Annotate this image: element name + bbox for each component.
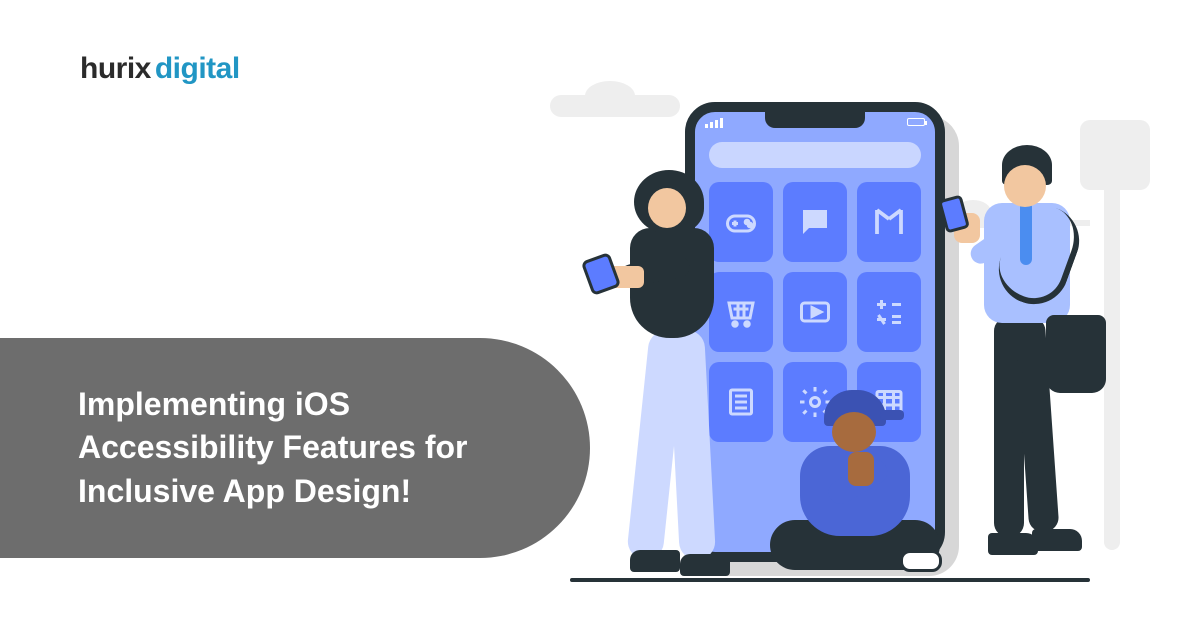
brand-logo: hurixdigital	[80, 52, 240, 86]
person-sitting	[760, 390, 950, 590]
music-icon	[857, 182, 921, 262]
signal-icon	[705, 118, 723, 128]
battery-icon	[907, 118, 925, 126]
phone-statusbar	[705, 118, 925, 128]
ground-line	[570, 578, 1090, 582]
page-title: Implementing iOS Accessibility Features …	[78, 383, 520, 513]
chat-icon	[783, 182, 847, 262]
phone-searchbar	[709, 142, 921, 168]
person-woman-leaning	[590, 170, 750, 570]
calculator-icon	[857, 272, 921, 352]
video-icon	[783, 272, 847, 352]
logo-part-hurix: hurix	[80, 52, 151, 85]
cloud-shape	[550, 95, 680, 117]
title-banner: Implementing iOS Accessibility Features …	[0, 338, 590, 558]
logo-part-digital: digital	[155, 52, 240, 85]
person-man-standing	[950, 145, 1120, 575]
hero-illustration	[520, 60, 1160, 600]
bag-icon	[1046, 315, 1106, 393]
phone-icon	[581, 252, 622, 296]
